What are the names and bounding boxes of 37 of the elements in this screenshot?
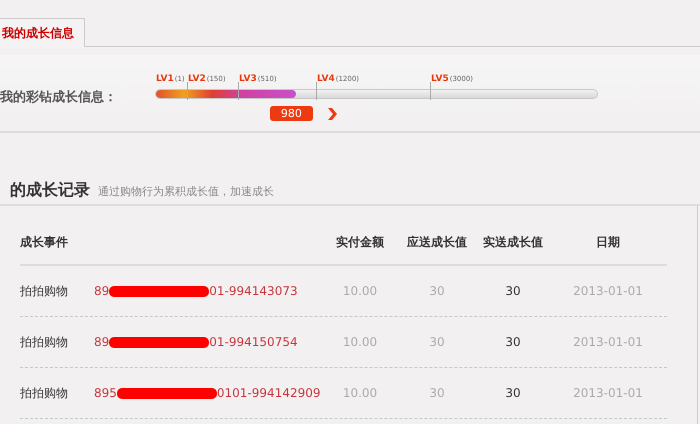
column-header: 成长事件 <box>20 234 69 251</box>
level-name: LV2 <box>188 73 206 86</box>
table-cell-text: 拍拍购物 <box>20 334 69 351</box>
table-cell-text: 2013-01-01 <box>573 334 643 351</box>
table-cell-text: 30 <box>505 283 521 300</box>
column-header: 日期 <box>596 234 620 251</box>
column-header: 实送成长值 <box>483 234 543 251</box>
table-cell-text: 拍拍购物 <box>20 283 69 300</box>
order-number[interactable]: 01-994150754 <box>209 333 298 351</box>
level-name: LV1 <box>156 73 174 86</box>
tab[interactable]: 我的成长信息 <box>0 18 85 47</box>
table-cell-text: 2013-01-01 <box>573 283 643 300</box>
table-cell-text: 拍拍购物 <box>20 385 69 402</box>
table-cell-text: 10.00 <box>342 334 378 351</box>
level-name: LV3 <box>239 73 257 86</box>
table-cell-text: 10.00 <box>342 283 378 300</box>
level-name: LV5 <box>431 73 449 86</box>
order-number[interactable]: 89 <box>94 333 110 351</box>
section-title: 的成长记录 <box>10 179 90 201</box>
table-cell-text: 30 <box>505 334 521 351</box>
table-cell-text: 30 <box>429 334 445 351</box>
order-number[interactable]: 0101-994142909 <box>216 384 320 402</box>
order-number[interactable]: 01-994143073 <box>209 282 298 300</box>
growth-label: 我的彩钻成长信息： <box>0 89 118 107</box>
order-number[interactable]: 89 <box>94 282 110 300</box>
section-subtitle: 通过购物行为累积成长值，加速成长 <box>98 184 274 200</box>
column-header: 应送成长值 <box>407 234 467 251</box>
table-cell-text: 30 <box>429 283 445 300</box>
table-cell-text: 30 <box>429 385 445 402</box>
table-cell-text: 10.00 <box>342 385 378 402</box>
level-name: LV4 <box>317 73 335 86</box>
order-number[interactable]: 895 <box>94 384 117 402</box>
table-cell-text: 2013-01-01 <box>573 385 643 402</box>
chevron-right-icon[interactable] <box>326 107 338 121</box>
table-cell-text: 30 <box>505 385 521 402</box>
column-header: 实付金额 <box>336 234 384 251</box>
value-badge: 980 <box>270 106 313 121</box>
